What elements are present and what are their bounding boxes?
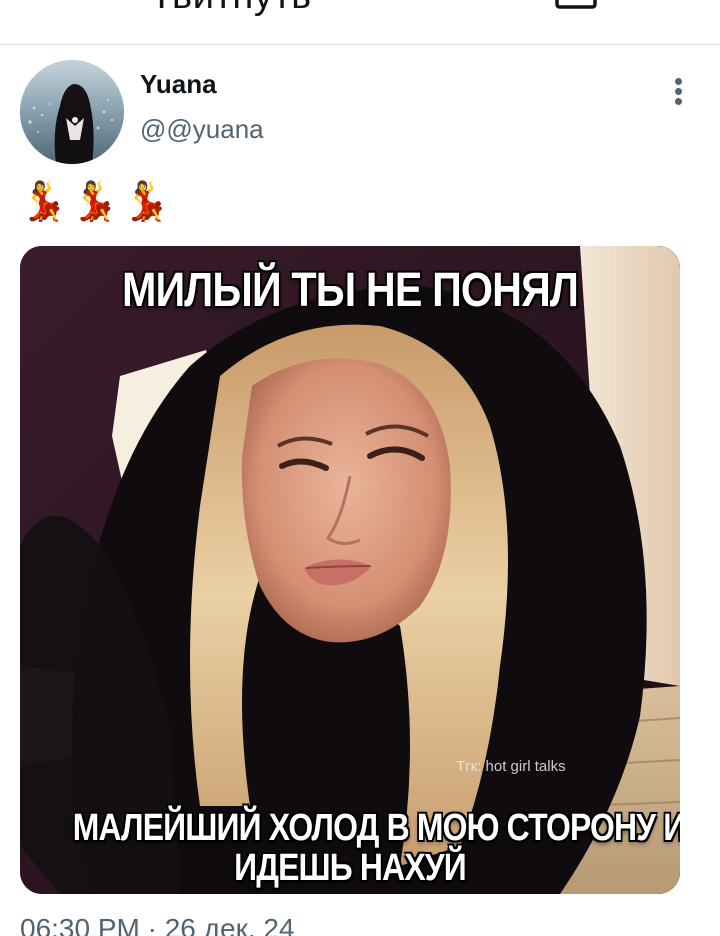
avatar-image: [20, 60, 124, 164]
dancer-emoji: 💃: [71, 181, 119, 223]
meme-caption-bottom-line1: МАЛЕЙШИЙ ХОЛОД В МОЮ СТОРОНУ И ТЫ: [72, 807, 680, 849]
meme-caption-bottom: МАЛЕЙШИЙ ХОЛОД В МОЮ СТОРОНУ И ТЫ ИДЕШЬ …: [72, 807, 680, 889]
meme-watermark: Тгк: hot girl talks: [456, 758, 566, 775]
page-title: Твитнуть: [150, 0, 312, 16]
tweet-detail-page: Твитнуть: [0, 0, 720, 936]
reply-list-icon[interactable]: [646, 0, 698, 10]
back-arrow-icon[interactable]: [30, 0, 70, 18]
dancer-emoji: 💃: [20, 181, 68, 223]
tweet-timestamp[interactable]: 06:30 PM · 26 дек. 24: [20, 912, 295, 936]
username[interactable]: @@yuana: [140, 113, 264, 145]
tweet-text: 💃 💃 💃: [20, 178, 170, 226]
more-vertical-icon[interactable]: [664, 78, 692, 110]
rectangle-icon[interactable]: [554, 0, 598, 10]
meme-caption-top: МИЛЫЙ ТЫ НЕ ПОНЯЛ: [121, 264, 579, 317]
dancer-emoji: 💃: [122, 181, 170, 223]
top-bar: Твитнуть: [0, 0, 720, 45]
tweet-media-image[interactable]: МИЛЫЙ ТЫ НЕ ПОНЯЛ Тгк: hot girl talks МА…: [20, 246, 680, 894]
meme-caption-bottom-line2: ИДЕШЬ НАХУЙ: [234, 847, 467, 889]
display-name[interactable]: Yuana: [140, 68, 217, 100]
avatar[interactable]: [20, 60, 124, 164]
meme-photo: [20, 246, 680, 894]
